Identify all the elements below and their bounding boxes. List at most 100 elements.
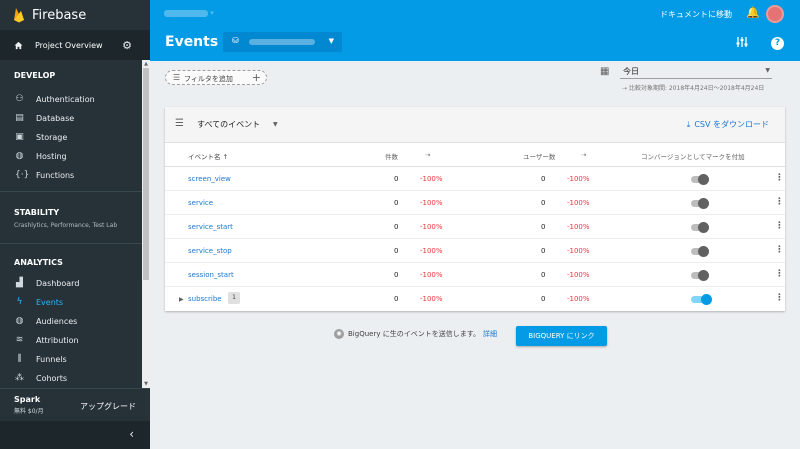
sidebar-item-label: Dashboard xyxy=(36,279,80,288)
sidebar-item-functions[interactable]: {·} Functions xyxy=(0,166,150,185)
table-row[interactable]: service_stop 0 -100% 0 -100% ⋮ xyxy=(165,239,785,263)
events-card: ☰ すべてのイベント ▼ ⤓ CSV をダウンロード イベント名 ↑ 件数 ⇢ ユ… xyxy=(165,107,785,311)
attribution-icon: ≋ xyxy=(15,335,24,345)
project-name-redacted xyxy=(164,9,208,17)
section-develop: DEVELOP xyxy=(14,70,56,80)
more-vert-icon[interactable]: ⋮ xyxy=(775,245,784,255)
project-selector[interactable]: ▾ xyxy=(164,9,214,17)
sidebar-item-hosting[interactable]: ◍ Hosting xyxy=(0,147,150,166)
help-icon[interactable]: ? xyxy=(771,37,784,50)
stability-section[interactable]: STABILITY Crashlytics, Performance, Test… xyxy=(0,198,150,237)
more-vert-icon[interactable]: ⋮ xyxy=(775,221,784,231)
section-stability: STABILITY xyxy=(14,208,60,217)
bigquery-text: BigQuery に生のイベントを送信します。 xyxy=(348,330,480,338)
docs-link[interactable]: ドキュメントに移動 xyxy=(660,9,732,20)
collapse-sidebar-button[interactable]: ‹ xyxy=(0,421,150,449)
sidebar-item-audiences[interactable]: ◍ Audiences xyxy=(0,312,150,331)
scrollbar-thumb[interactable] xyxy=(143,68,149,280)
chevron-down-icon[interactable]: ▼ xyxy=(273,121,278,128)
event-name[interactable]: subscribe xyxy=(188,295,222,303)
avatar[interactable] xyxy=(766,5,784,23)
event-name[interactable]: screen_view xyxy=(188,175,231,183)
column-count[interactable]: 件数 xyxy=(385,151,398,161)
bigquery-icon: ◉ xyxy=(334,329,344,339)
users-change: -100% xyxy=(567,223,590,231)
table-row[interactable]: service 0 -100% 0 -100% ⋮ xyxy=(165,191,785,215)
sidebar-item-label: Hosting xyxy=(36,152,67,161)
expand-arrow-icon[interactable]: ▶ xyxy=(179,296,184,303)
table-row[interactable]: screen_view 0 -100% 0 -100% ⋮ xyxy=(165,167,785,191)
app-name-redacted xyxy=(249,39,315,45)
conversion-toggle[interactable] xyxy=(689,222,711,233)
sidebar-item-attribution[interactable]: ≋ Attribution xyxy=(0,331,150,350)
filter-list-icon[interactable]: ☰ xyxy=(175,118,184,129)
scroll-up-icon[interactable]: ▲ xyxy=(142,61,150,67)
more-vert-icon[interactable]: ⋮ xyxy=(775,197,784,207)
compare-period: ⇢ 比較対象期間: 2018年4月24日〜2018年4月24日 xyxy=(622,83,764,92)
app-selector[interactable]: ⛁ ▼ xyxy=(223,32,342,52)
event-count: 0 xyxy=(394,295,399,303)
app-icon: ⛁ xyxy=(232,36,239,45)
user-count: 0 xyxy=(541,247,546,255)
download-icon: ⤓ xyxy=(686,120,691,129)
compare-icon: ⇢ xyxy=(622,85,629,92)
table-row[interactable]: ▶ subscribe 1 0 -100% 0 -100% ⋮ xyxy=(165,287,785,311)
conversion-toggle[interactable] xyxy=(689,198,711,209)
bell-icon[interactable]: 🔔 xyxy=(746,6,760,19)
gear-icon[interactable]: ⚙ xyxy=(122,39,132,52)
column-event-name[interactable]: イベント名 ↑ xyxy=(188,151,228,161)
more-vert-icon[interactable]: ⋮ xyxy=(775,173,784,183)
sidebar-item-cohorts[interactable]: ⁂ Cohorts xyxy=(0,369,150,388)
sidebar-scrollbar[interactable]: ▲ ▼ xyxy=(142,60,150,388)
conversion-toggle[interactable] xyxy=(689,174,711,185)
bar-chart-icon: ▟ xyxy=(16,278,23,288)
date-range-select[interactable]: 今日 ▼ xyxy=(620,63,772,79)
column-users[interactable]: ユーザー数 xyxy=(523,151,555,161)
add-filter-button[interactable]: ☰ フィルタを追加 + xyxy=(165,70,267,85)
sidebar-item-database[interactable]: ▤ Database xyxy=(0,109,150,128)
event-name[interactable]: service_start xyxy=(188,223,233,231)
sidebar-item-label: Authentication xyxy=(36,95,95,104)
count-change: -100% xyxy=(420,271,443,279)
details-link[interactable]: 詳細 xyxy=(483,330,497,338)
sidebar-item-label: Funnels xyxy=(36,355,67,364)
sidebar-item-funnels[interactable]: ⫼ Funnels xyxy=(0,350,150,369)
funnel-icon: ⫼ xyxy=(17,354,22,364)
divider xyxy=(0,243,150,244)
table-header: イベント名 ↑ 件数 ⇢ ユーザー数 ⇢ コンバージョンとしてマークを付加 xyxy=(165,143,785,167)
conversion-toggle[interactable] xyxy=(689,246,711,257)
event-name[interactable]: service_stop xyxy=(188,247,232,255)
brand[interactable]: Firebase xyxy=(0,0,150,30)
more-vert-icon[interactable]: ⋮ xyxy=(775,293,784,303)
more-vert-icon[interactable]: ⋮ xyxy=(775,269,784,279)
lightning-icon: ϟ xyxy=(16,297,23,307)
link-bigquery-button[interactable]: BIGQUERY にリンク xyxy=(516,326,607,346)
event-count: 0 xyxy=(394,175,399,183)
sidebar-item-dashboard[interactable]: ▟ Dashboard xyxy=(0,274,150,293)
tune-icon[interactable] xyxy=(736,36,748,51)
conversion-toggle[interactable] xyxy=(689,270,711,281)
column-conversion: コンバージョンとしてマークを付加 xyxy=(641,153,745,161)
project-overview-link[interactable]: Project Overview ⚙ xyxy=(0,30,150,60)
compare-text: 比較対象期間: 2018年4月24日〜2018年4月24日 xyxy=(628,85,765,92)
table-row[interactable]: service_start 0 -100% 0 -100% ⋮ xyxy=(165,215,785,239)
scroll-down-icon[interactable]: ▼ xyxy=(142,381,150,387)
project-overview-label: Project Overview xyxy=(35,40,103,50)
conversion-toggle[interactable] xyxy=(689,294,712,305)
sidebar-item-label: Database xyxy=(36,114,75,123)
cohort-icon: ⁂ xyxy=(15,373,24,383)
upgrade-button[interactable]: アップグレード xyxy=(80,401,136,412)
event-selector[interactable]: すべてのイベント xyxy=(197,119,260,130)
sidebar-item-events[interactable]: ϟ Events xyxy=(0,293,150,312)
parameter-count-badge: 1 xyxy=(228,292,240,304)
event-name[interactable]: session_start xyxy=(188,271,234,279)
download-csv-button[interactable]: ⤓ CSV をダウンロード xyxy=(687,119,769,130)
table-row[interactable]: session_start 0 -100% 0 -100% ⋮ xyxy=(165,263,785,287)
count-change: -100% xyxy=(420,295,443,303)
home-icon xyxy=(14,41,23,49)
sidebar-item-storage[interactable]: ▣ Storage xyxy=(0,128,150,147)
event-count: 0 xyxy=(394,247,399,255)
page-title: Events xyxy=(165,34,219,50)
sidebar-item-authentication[interactable]: ⚇ Authentication xyxy=(0,90,150,109)
event-name[interactable]: service xyxy=(188,199,213,207)
